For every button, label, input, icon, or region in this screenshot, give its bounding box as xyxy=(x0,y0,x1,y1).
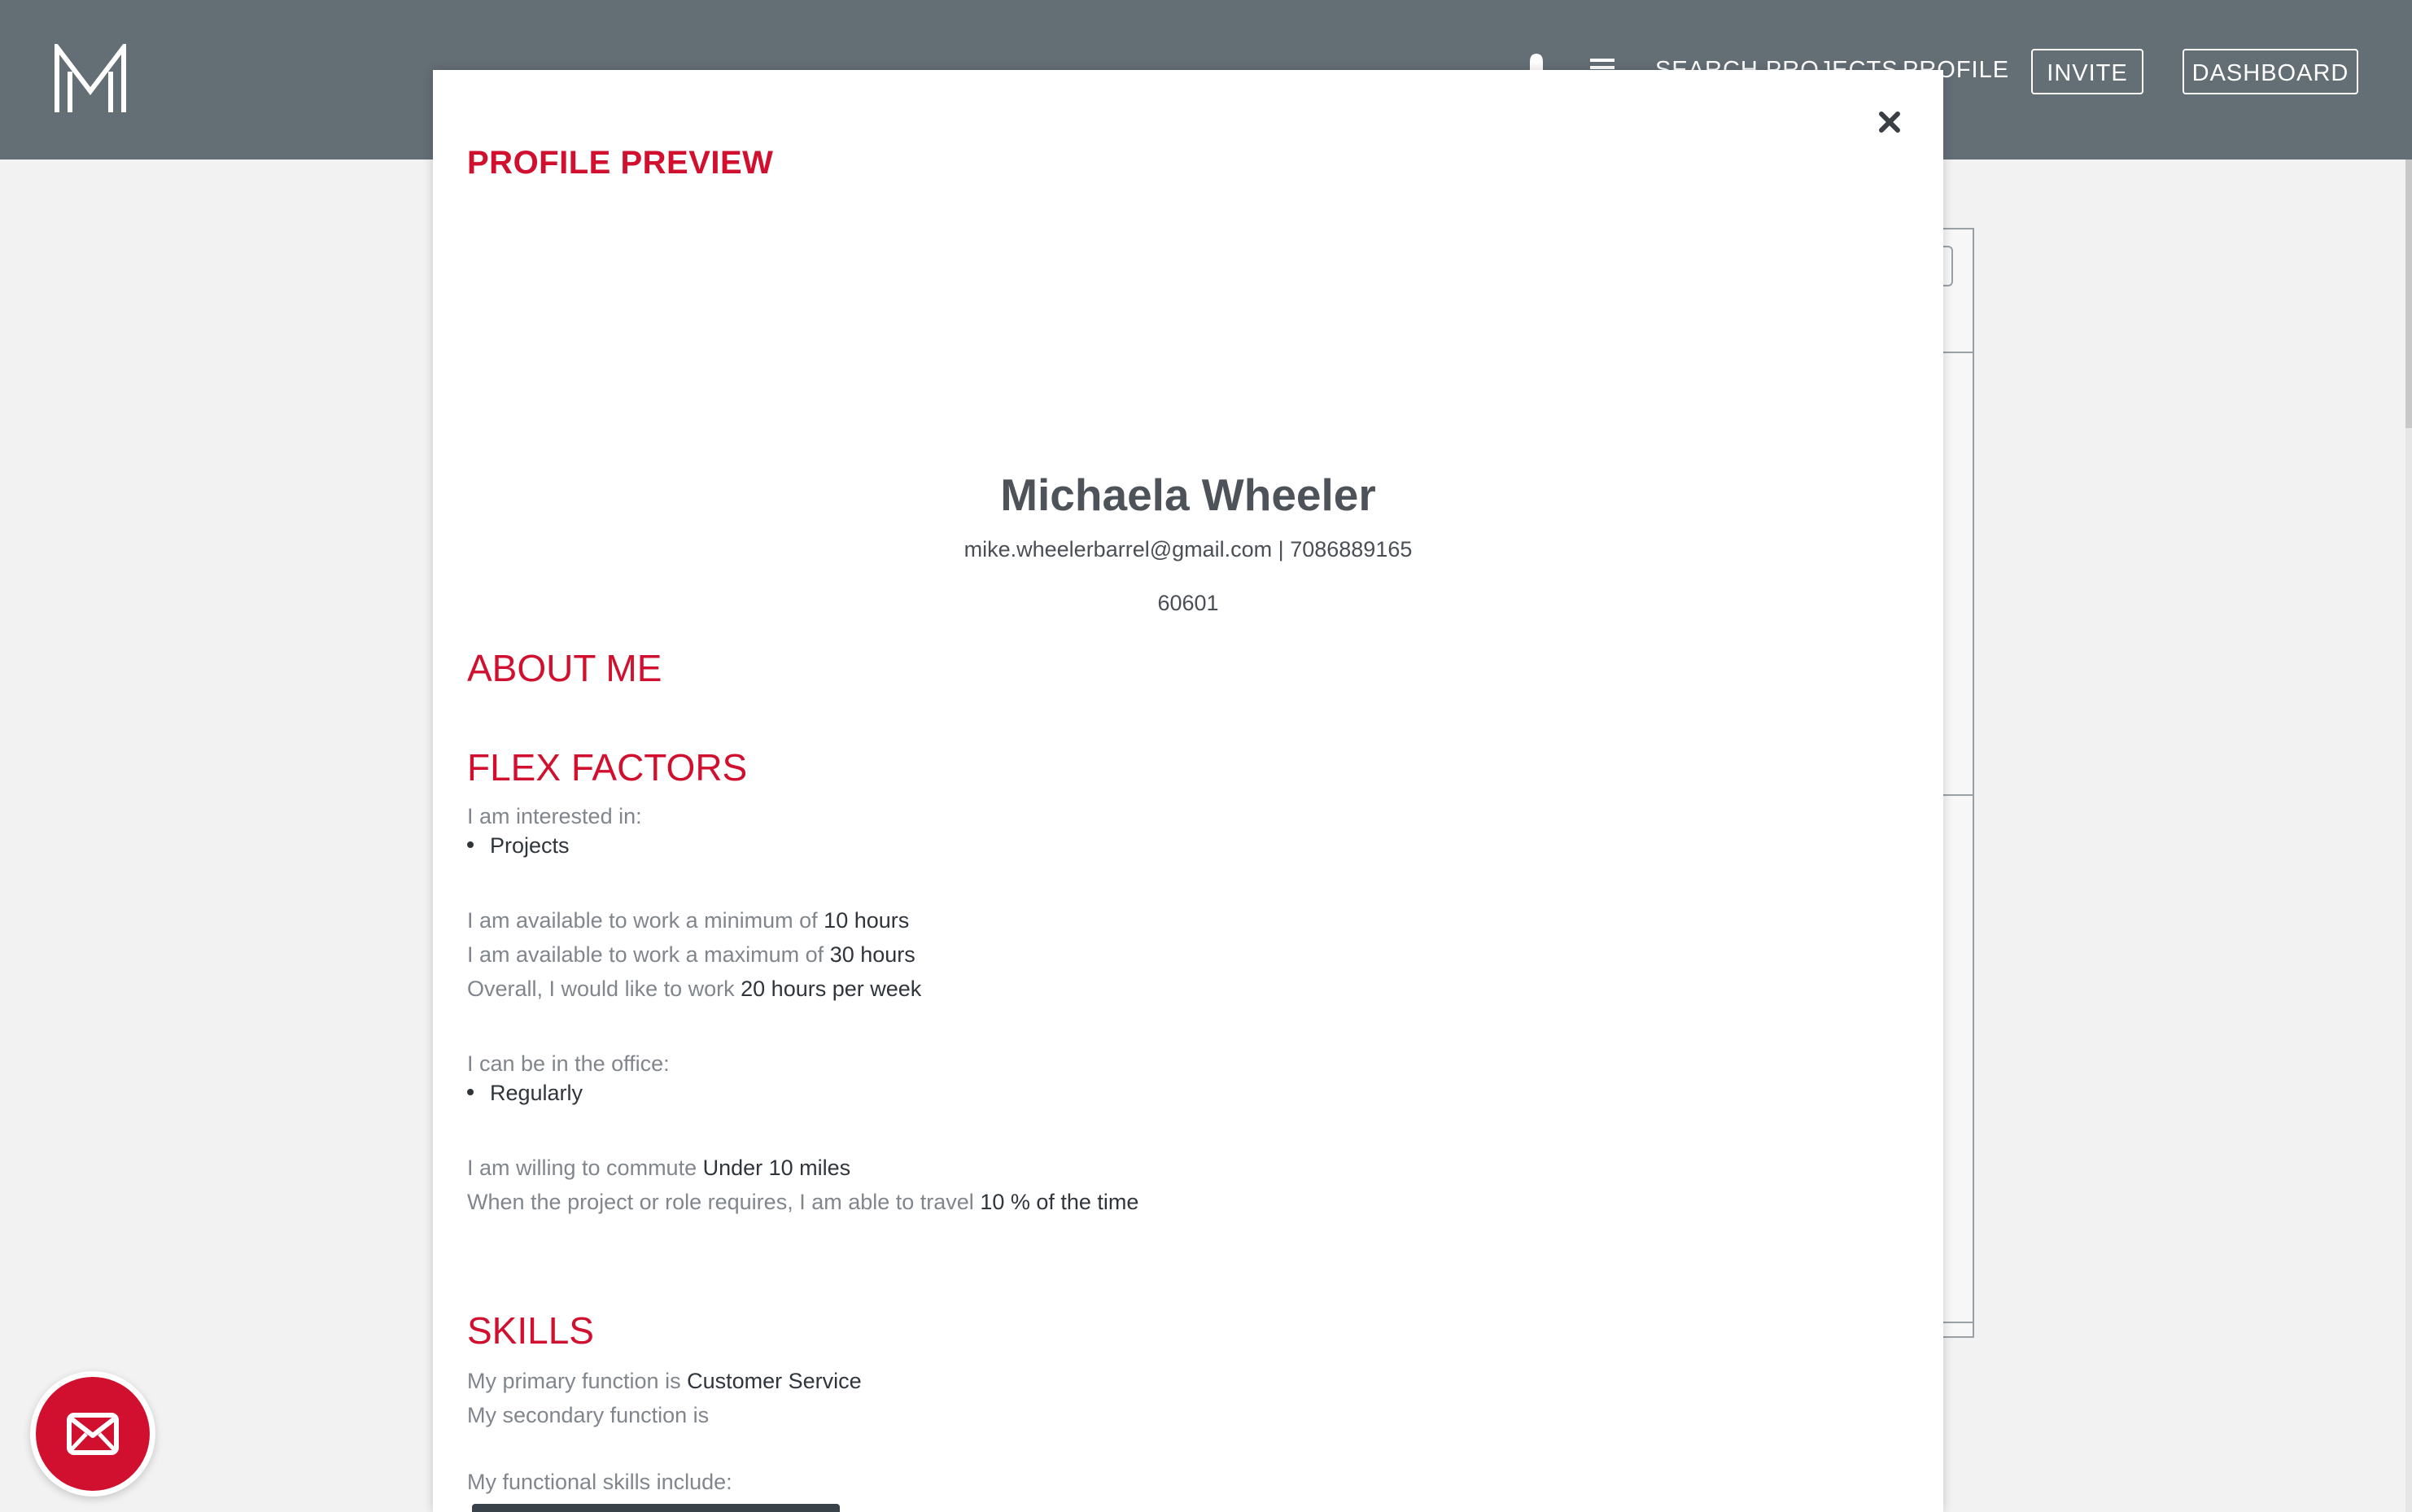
profile-preview-modal: PROFILE PREVIEW Michaela Wheeler mike.wh… xyxy=(433,70,1943,1512)
overall-hours-label: Overall, I would like to work xyxy=(467,977,735,1001)
max-hours-label: I am available to work a maximum of xyxy=(467,942,824,967)
profile-phone: 7086889165 xyxy=(1290,537,1413,562)
secondary-function-label: My secondary function is xyxy=(467,1403,710,1427)
min-hours-line: I am available to work a minimum of 10 h… xyxy=(467,908,909,933)
commute-value: Under 10 miles xyxy=(702,1156,851,1180)
min-hours-label: I am available to work a minimum of xyxy=(467,908,818,933)
flex-factors-heading: FLEX FACTORS xyxy=(467,746,748,789)
modal-title: PROFILE PREVIEW xyxy=(467,145,774,181)
profile-zip: 60601 xyxy=(1157,591,1219,615)
functional-skills-label: My functional skills include: xyxy=(467,1470,732,1494)
primary-function-line: My primary function is Customer Service xyxy=(467,1369,862,1394)
mail-icon xyxy=(67,1413,119,1455)
message-button[interactable] xyxy=(36,1377,150,1491)
skill-tag xyxy=(472,1504,840,1512)
interested-item: Projects xyxy=(490,833,570,858)
office-item: Regularly xyxy=(490,1081,583,1105)
travel-line: When the project or role requires, I am … xyxy=(467,1190,1138,1215)
travel-value: 10 % of the time xyxy=(980,1190,1139,1214)
bullet-icon xyxy=(467,841,474,849)
list-item: Projects xyxy=(467,833,570,859)
page-scrollbar-thumb[interactable] xyxy=(2405,160,2412,428)
profile-name: Michaela Wheeler xyxy=(1000,470,1376,520)
max-hours-line: I am available to work a maximum of 30 h… xyxy=(467,942,915,968)
office-label: I can be in the office: xyxy=(467,1051,670,1076)
contact-line: mike.wheelerbarrel@gmail.com | 708688916… xyxy=(433,537,1943,562)
about-me-heading: ABOUT ME xyxy=(467,647,662,689)
commute-line: I am willing to commute Under 10 miles xyxy=(467,1156,850,1181)
skills-heading: SKILLS xyxy=(467,1309,594,1352)
max-hours-value: 30 hours xyxy=(829,942,915,967)
secondary-function-line: My secondary function is xyxy=(467,1403,709,1428)
invite-button[interactable]: INVITE xyxy=(2031,49,2143,94)
list-item: Regularly xyxy=(467,1081,583,1106)
primary-function-label: My primary function is xyxy=(467,1369,681,1393)
overall-hours-line: Overall, I would like to work 20 hours p… xyxy=(467,977,921,1002)
overall-hours-value: 20 hours per week xyxy=(741,977,922,1001)
min-hours-value: 10 hours xyxy=(824,908,910,933)
profile-email: mike.wheelerbarrel@gmail.com xyxy=(963,537,1273,562)
contact-separator: | xyxy=(1278,537,1284,562)
logo-icon[interactable] xyxy=(54,44,127,114)
bullet-icon xyxy=(467,1089,474,1096)
close-icon[interactable] xyxy=(1873,106,1906,138)
interested-in-label: I am interested in: xyxy=(467,804,642,828)
primary-function-value: Customer Service xyxy=(687,1369,862,1393)
dashboard-button[interactable]: DASHBOARD xyxy=(2183,49,2358,94)
travel-label: When the project or role requires, I am … xyxy=(467,1190,974,1214)
commute-label: I am willing to commute xyxy=(467,1156,697,1180)
